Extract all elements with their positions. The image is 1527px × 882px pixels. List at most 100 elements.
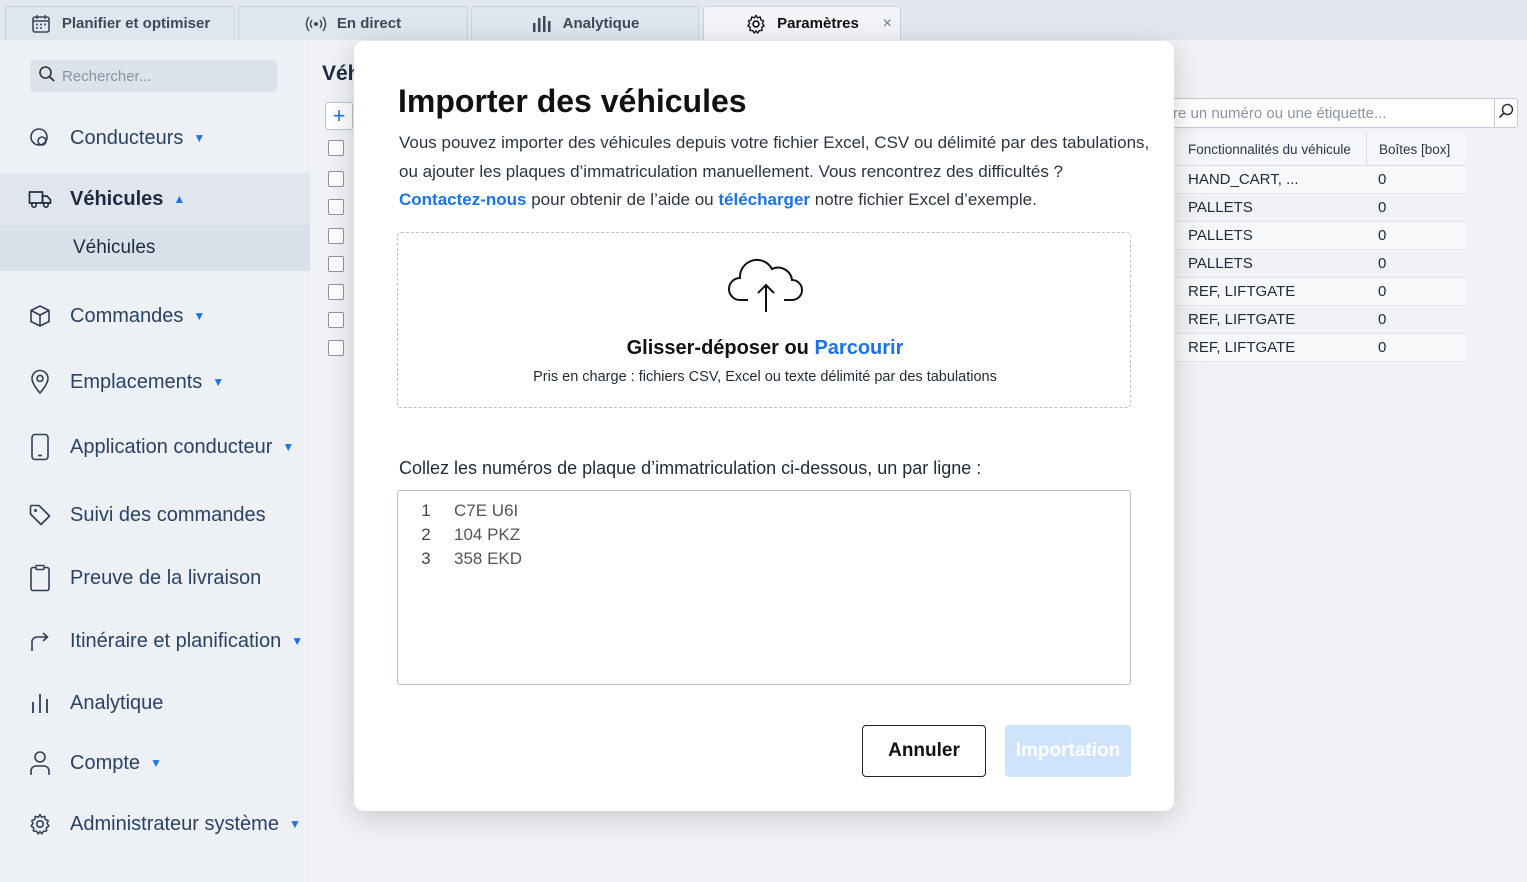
pin-icon xyxy=(28,369,52,395)
table-row[interactable]: PALLETS 0 xyxy=(1176,194,1466,222)
route-icon xyxy=(28,629,52,653)
row-checkbox[interactable] xyxy=(328,199,344,215)
close-icon[interactable]: × xyxy=(883,15,892,33)
table-cell: REF, LIFTGATE xyxy=(1188,283,1296,300)
sidebar-item-administrateur[interactable]: Administrateur système ▼ xyxy=(0,798,310,850)
table-search-input[interactable]: re un numéro ou une étiquette... xyxy=(1162,98,1507,128)
row-checkbox[interactable] xyxy=(328,312,344,328)
row-checkbox[interactable] xyxy=(328,171,344,187)
sidebar-item-application-conducteur[interactable]: Application conducteur ▼ xyxy=(0,421,310,473)
table-cell: REF, LIFTGATE xyxy=(1188,311,1296,328)
line-number: 3 xyxy=(421,549,431,568)
file-dropzone[interactable]: Glisser-déposer ou Parcourir Pris en cha… xyxy=(397,232,1131,408)
plate-value: C7E U6I xyxy=(454,501,519,520)
sidebar-item-conducteurs[interactable]: Conducteurs ▼ xyxy=(0,112,310,164)
sidebar: Rechercher... Conducteurs ▼ Véhicules ▲ … xyxy=(0,40,310,882)
sidebar-item-commandes[interactable]: Commandes ▼ xyxy=(0,290,310,342)
phone-icon xyxy=(28,433,52,461)
tab-bar: Planifier et optimiser En direct Analyti… xyxy=(0,0,1527,40)
sidebar-item-suivi-commandes[interactable]: Suivi des commandes xyxy=(0,489,310,541)
tab-analytique[interactable]: Analytique xyxy=(471,6,699,40)
row-checkbox[interactable] xyxy=(328,340,344,356)
add-vehicle-button[interactable]: + xyxy=(325,102,353,130)
table-row[interactable]: PALLETS 0 xyxy=(1176,250,1466,278)
import-button[interactable]: Importation xyxy=(1005,725,1131,777)
sidebar-item-label: Emplacements xyxy=(70,370,203,393)
column-header[interactable]: Boîtes [box] xyxy=(1366,134,1466,165)
line-number: 2 xyxy=(421,525,431,544)
table-cell: 0 xyxy=(1378,199,1387,216)
import-vehicles-modal: Importer des véhicules Vous pouvez impor… xyxy=(354,41,1174,811)
cloud-upload-icon xyxy=(728,258,803,312)
table-cell: PALLETS xyxy=(1188,227,1253,244)
browse-link[interactable]: Parcourir xyxy=(814,337,903,359)
sidebar-item-preuve-livraison[interactable]: Preuve de la livraison xyxy=(0,552,310,604)
paste-label: Collez les numéros de plaque d’immatricu… xyxy=(399,458,982,478)
sidebar-subitem-vehicules[interactable]: Véhicules xyxy=(0,225,310,271)
chevron-up-icon: ▲ xyxy=(173,192,186,206)
tab-label: Analytique xyxy=(562,15,640,32)
row-checkbox[interactable] xyxy=(328,284,344,300)
tab-en-direct[interactable]: En direct xyxy=(238,6,468,40)
plate-value: 104 PKZ xyxy=(454,525,521,544)
steering-icon xyxy=(28,126,52,150)
desc-line: Vous pouvez importer des véhicules depui… xyxy=(399,133,1150,152)
vehicles-table: Fonctionnalités du véhicule Boîtes [box]… xyxy=(1176,134,1466,362)
desc-text: pour obtenir de l’aide ou xyxy=(526,190,719,209)
sidebar-item-label: Véhicules xyxy=(70,187,164,210)
search-placeholder: Rechercher... xyxy=(62,67,152,85)
table-header: Fonctionnalités du véhicule Boîtes [box] xyxy=(1176,134,1466,166)
sidebar-item-label: Administrateur système xyxy=(70,812,279,835)
table-cell: HAND_CART, ... xyxy=(1188,171,1299,188)
chevron-down-icon: ▼ xyxy=(291,634,304,648)
table-row[interactable]: PALLETS 0 xyxy=(1176,222,1466,250)
table-row[interactable]: REF, LIFTGATE 0 xyxy=(1176,278,1466,306)
calendar-icon xyxy=(30,13,52,35)
tab-parametres[interactable]: Paramètres × xyxy=(703,6,901,40)
search-placeholder: re un numéro ou une étiquette... xyxy=(1173,104,1387,122)
chevron-down-icon: ▼ xyxy=(212,375,225,389)
cancel-button[interactable]: Annuler xyxy=(862,725,986,777)
line-number: 1 xyxy=(421,501,431,520)
search-icon xyxy=(1498,103,1514,124)
plate-line: 1 C7E U6I xyxy=(398,499,1130,523)
sidebar-item-label: Compte xyxy=(70,751,141,774)
desc-line: ou ajouter les plaques d’immatriculation… xyxy=(399,161,1063,181)
sidebar-item-itineraire[interactable]: Itinéraire et planification ▼ xyxy=(0,615,310,667)
search-icon xyxy=(38,65,56,87)
sidebar-item-emplacements[interactable]: Emplacements ▼ xyxy=(0,356,310,408)
chevron-down-icon: ▼ xyxy=(150,756,162,770)
download-link[interactable]: télécharger xyxy=(718,190,810,209)
sidebar-item-compte[interactable]: Compte ▼ xyxy=(0,737,310,789)
user-icon xyxy=(28,751,52,775)
tab-planifier[interactable]: Planifier et optimiser xyxy=(5,6,235,40)
row-checkbox[interactable] xyxy=(328,256,344,272)
modal-title: Importer des véhicules xyxy=(398,83,747,119)
table-row[interactable]: REF, LIFTGATE 0 xyxy=(1176,306,1466,334)
row-checkbox[interactable] xyxy=(328,228,344,244)
gear-icon xyxy=(745,13,767,35)
sidebar-item-label: Commandes xyxy=(70,304,184,327)
search-button[interactable] xyxy=(1494,98,1518,128)
table-row[interactable]: HAND_CART, ... 0 xyxy=(1176,166,1466,194)
sidebar-item-vehicules[interactable]: Véhicules ▲ xyxy=(0,173,310,225)
sidebar-search-input[interactable]: Rechercher... xyxy=(30,60,277,92)
box-icon xyxy=(28,304,52,328)
modal-description: Vous pouvez importer des véhicules depui… xyxy=(399,129,1159,215)
clipboard-icon xyxy=(28,564,52,592)
plates-textarea[interactable]: 1 C7E U6I 2 104 PKZ 3 358 EKD xyxy=(397,490,1131,685)
table-cell: PALLETS xyxy=(1188,255,1253,272)
bar-chart-icon xyxy=(28,691,52,715)
chevron-down-icon: ▼ xyxy=(288,817,301,831)
table-cell: 0 xyxy=(1378,227,1387,244)
contact-link[interactable]: Contactez-nous xyxy=(399,190,527,209)
sidebar-item-analytique[interactable]: Analytique xyxy=(0,677,310,729)
row-checkbox[interactable] xyxy=(328,140,344,156)
table-cell: PALLETS xyxy=(1188,199,1253,216)
table-row[interactable]: REF, LIFTGATE 0 xyxy=(1176,334,1466,362)
table-cell: 0 xyxy=(1378,171,1387,188)
column-header[interactable]: Fonctionnalités du véhicule xyxy=(1176,134,1366,165)
tab-label: Planifier et optimiser xyxy=(61,15,211,32)
sidebar-item-label: Itinéraire et planification xyxy=(70,629,282,652)
bar-chart-icon xyxy=(531,13,553,35)
